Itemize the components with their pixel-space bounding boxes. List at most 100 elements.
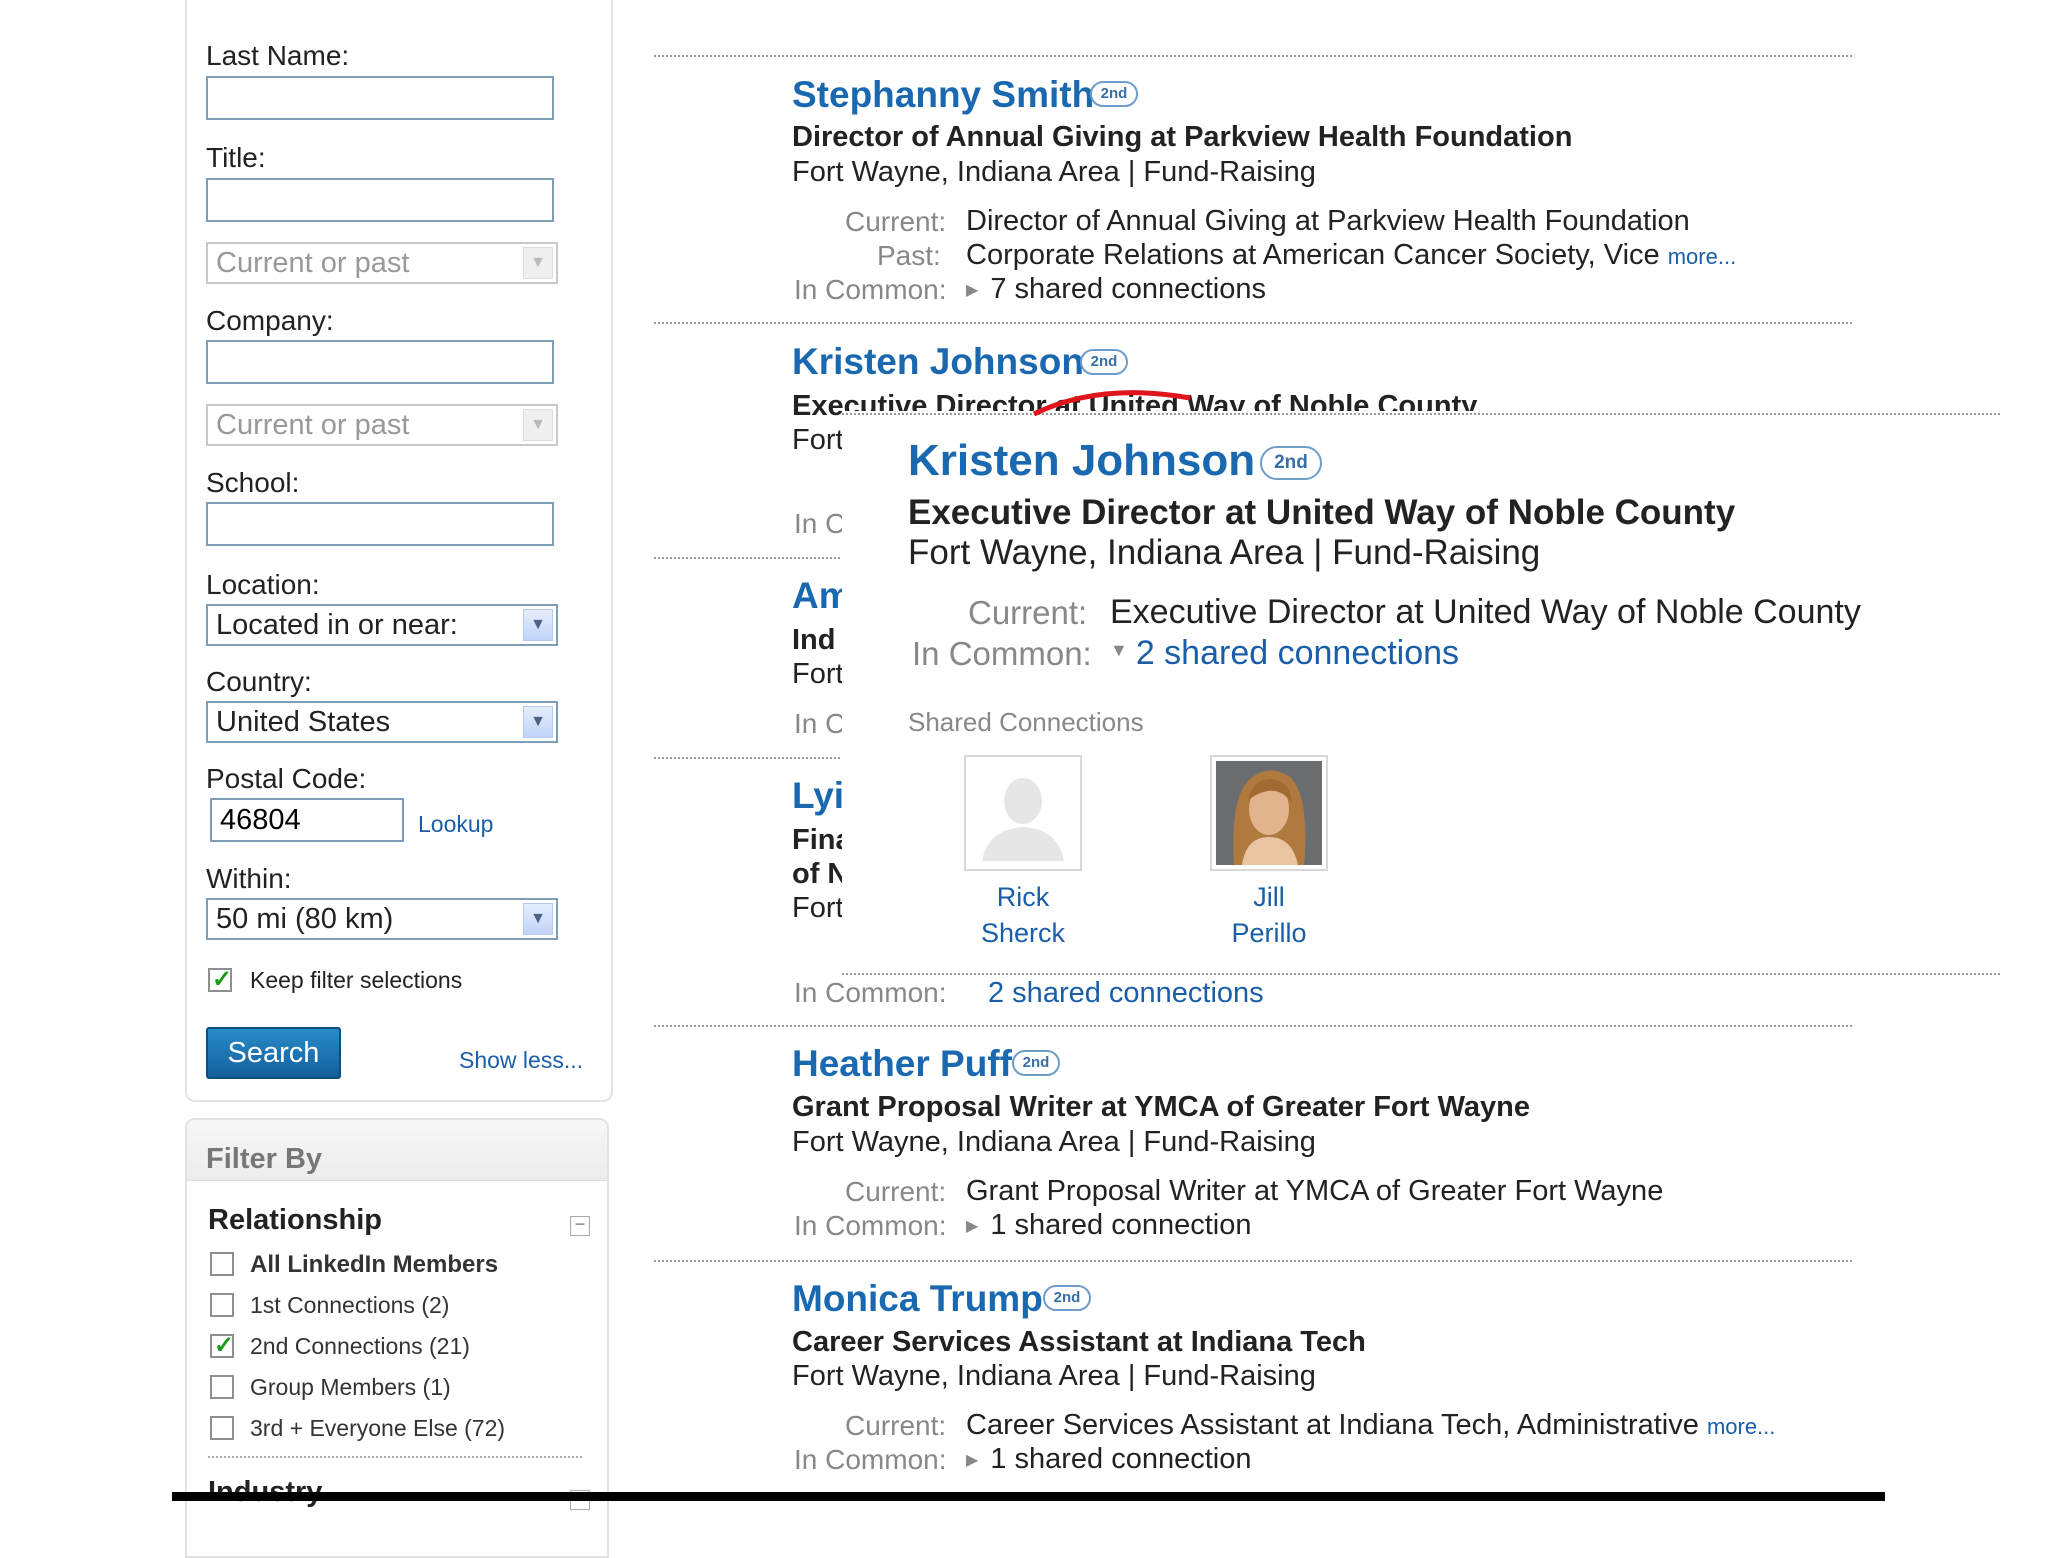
result-headline-partial-2: of N: [792, 858, 849, 890]
popup-bottom-border: [842, 973, 2000, 975]
country-value: United States: [216, 706, 391, 738]
shared-connections-text: 7 shared connections: [990, 273, 1266, 305]
expand-triangle-icon: ▶: [966, 1452, 979, 1469]
result-divider: [654, 557, 844, 559]
shared-connections-link[interactable]: ▶ 7 shared connections: [966, 273, 1266, 306]
more-link[interactable]: more...: [1707, 1414, 1775, 1439]
relationship-heading: Relationship: [208, 1204, 383, 1236]
within-select[interactable]: 50 mi (80 km) ▼: [206, 898, 558, 940]
expanded-triangle-icon: ▼: [1110, 640, 1128, 660]
school-input[interactable]: [206, 502, 554, 546]
location-select[interactable]: Located in or near: ▼: [206, 604, 558, 646]
shared-connections-text: 1 shared connection: [990, 1443, 1252, 1475]
shared-connections-link[interactable]: ▶ 1 shared connection: [966, 1443, 1252, 1476]
postal-code-input[interactable]: [210, 798, 404, 842]
company-label: Company:: [206, 305, 334, 336]
popup-in-common-label: In Common:: [912, 635, 1092, 672]
second-degree-badge: 2nd: [1090, 81, 1138, 107]
result-name-link[interactable]: Stephanny Smith: [792, 74, 1094, 116]
second-degree-badge: 2nd: [1260, 446, 1322, 480]
school-label: School:: [206, 467, 300, 498]
result-current-text: Career Services Assistant at Indiana Tec…: [966, 1409, 1699, 1441]
second-degree-badge: 2nd: [1012, 1050, 1060, 1076]
popup-shared-connections-link[interactable]: ▼ 2 shared connections: [1110, 634, 1459, 673]
popup-top-border: [842, 413, 2000, 415]
result-name-link-partial[interactable]: Lyi: [792, 775, 844, 817]
filter-option-label: Group Members (1): [250, 1374, 451, 1400]
expand-triangle-icon: ▶: [966, 1218, 979, 1235]
divider: [208, 1456, 582, 1458]
connection-name-link[interactable]: Rick Sherck: [964, 879, 1082, 951]
connection-name-link[interactable]: Jill Perillo: [1210, 879, 1328, 951]
result-name-link[interactable]: Heather Puff: [792, 1043, 1012, 1085]
last-name-input[interactable]: [206, 76, 554, 120]
current-label: Current:: [845, 206, 947, 237]
result-headline: Grant Proposal Writer at YMCA of Greater…: [792, 1091, 1531, 1123]
popup-current-label: Current:: [968, 594, 1088, 631]
filter-option-label: 2nd Connections (21): [250, 1333, 470, 1359]
filter-checkbox-3rd-everyone[interactable]: [210, 1416, 234, 1440]
result-location: Fort Wayne, Indiana Area | Fund-Raising: [792, 1360, 1316, 1392]
title-input[interactable]: [206, 178, 554, 222]
connection-first-name: Rick: [996, 882, 1050, 912]
search-button[interactable]: Search: [206, 1027, 341, 1079]
within-label: Within:: [206, 863, 292, 894]
result-current: Director of Annual Giving at Parkview He…: [966, 205, 1690, 237]
shared-connections-link[interactable]: ▶ 1 shared connection: [966, 1209, 1252, 1242]
show-less-link[interactable]: Show less...: [459, 1047, 583, 1074]
shared-connections-heading: Shared Connections: [908, 707, 1144, 737]
result-headline: Director of Annual Giving at Parkview He…: [792, 121, 1573, 153]
title-scope-select[interactable]: Current or past ▼: [206, 242, 558, 284]
result-name-link[interactable]: Kristen Johnson: [792, 341, 1084, 383]
result-divider: [654, 322, 1852, 324]
chevron-down-icon: ▼: [523, 609, 553, 641]
magnified-result-popup: Kristen Johnson 2nd Executive Director a…: [842, 411, 2002, 976]
chevron-down-icon: ▼: [523, 409, 553, 441]
result-location: Fort Wayne, Indiana Area | Fund-Raising: [792, 156, 1316, 188]
in-common-label-partial: In C: [794, 508, 846, 539]
result-headline-partial: Ind: [792, 624, 836, 656]
in-common-label: In Common:: [794, 274, 947, 305]
result-divider: [654, 55, 1852, 57]
lookup-link[interactable]: Lookup: [418, 811, 493, 838]
company-scope-value: Current or past: [216, 409, 410, 441]
in-common-label-partial: In C: [794, 708, 846, 739]
keep-filters-checkbox[interactable]: ✓: [208, 966, 232, 993]
postal-code-label: Postal Code:: [206, 763, 367, 794]
result-name-link[interactable]: Monica Trump: [792, 1278, 1043, 1320]
result-past: Corporate Relations at American Cancer S…: [966, 239, 1736, 272]
in-common-label: In Common:: [794, 1210, 947, 1241]
result-location: Fort Wayne, Indiana Area | Fund-Raising: [792, 1126, 1316, 1158]
filter-option-label: All LinkedIn Members: [250, 1251, 499, 1278]
popup-name-link[interactable]: Kristen Johnson: [908, 436, 1255, 486]
connection-last-name: Perillo: [1231, 918, 1307, 948]
filter-checkbox-group-members[interactable]: [210, 1375, 234, 1399]
connection-avatar-rick[interactable]: [964, 755, 1082, 871]
connection-first-name: Jill: [1253, 882, 1285, 912]
red-annotation-arrow: [1032, 390, 1191, 417]
company-scope-select[interactable]: Current or past ▼: [206, 404, 558, 446]
filter-checkbox-2nd-connections[interactable]: ✓: [210, 1332, 235, 1359]
location-label: Location:: [206, 569, 320, 600]
checkmark-icon: ✓: [214, 1332, 235, 1359]
company-input[interactable]: [206, 340, 554, 384]
popup-current: Executive Director at United Way of Nobl…: [1110, 593, 1861, 631]
filter-checkbox-all-members[interactable]: [210, 1252, 234, 1276]
result-location-partial: Fort: [792, 892, 844, 924]
result-current: Career Services Assistant at Indiana Tec…: [966, 1409, 1775, 1442]
result-divider: [654, 757, 844, 759]
filter-option-label: 1st Connections (2): [250, 1292, 450, 1318]
filter-checkbox-1st-connections[interactable]: [210, 1293, 234, 1317]
popup-shared-connections-text: 2 shared connections: [1135, 634, 1460, 672]
more-link[interactable]: more...: [1668, 244, 1736, 269]
result-divider: [654, 1025, 1852, 1027]
past-label: Past:: [877, 240, 941, 271]
bottom-edge-bar: [172, 1492, 1885, 1501]
country-select[interactable]: United States ▼: [206, 701, 558, 743]
collapse-icon[interactable]: −: [570, 1215, 590, 1236]
filter-by-title: Filter By: [206, 1143, 323, 1175]
title-label: Title:: [206, 142, 266, 173]
location-value: Located in or near:: [216, 609, 458, 641]
connection-avatar-jill[interactable]: [1210, 755, 1328, 871]
current-label: Current:: [845, 1176, 947, 1207]
